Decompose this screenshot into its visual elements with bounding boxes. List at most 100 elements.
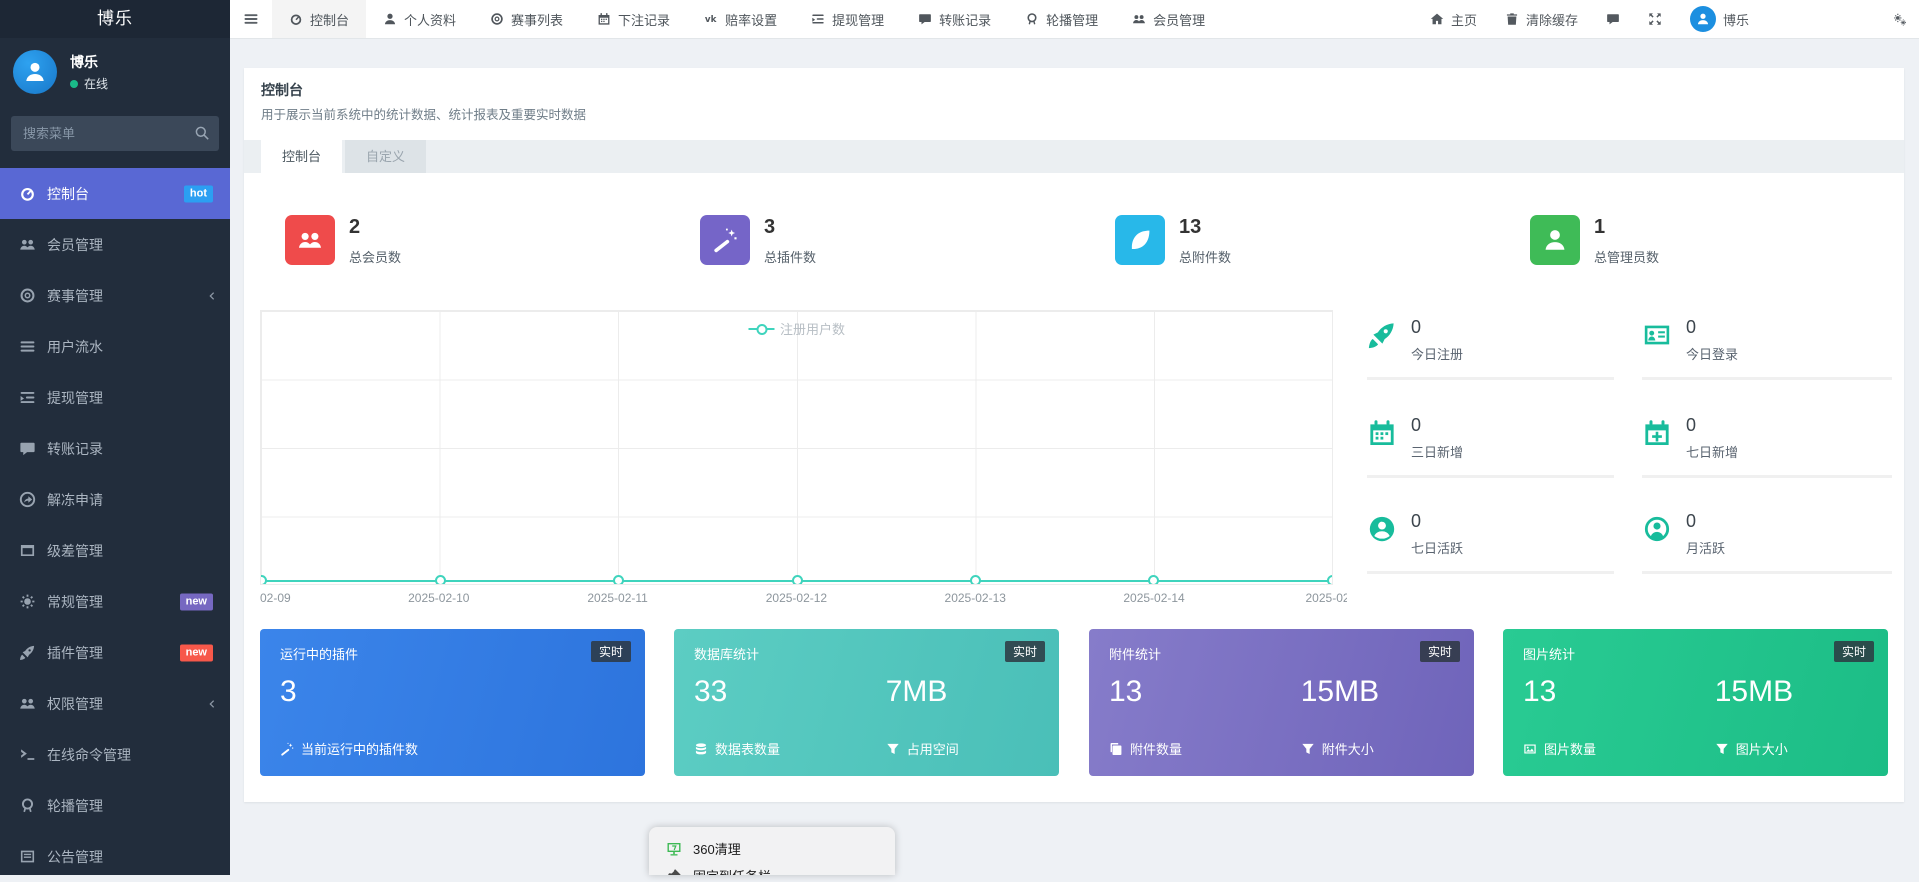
sidebar-item-dashboard[interactable]: 控制台 hot [0,168,230,219]
card-database-stats: 数据库统计 实时 33 7MB 数据表数量 占用空间 [674,629,1059,776]
sidebar-item-unfreeze[interactable]: 解冻申请 [0,474,230,525]
context-item-pin-taskbar[interactable]: 固定到任务栏 [649,862,895,875]
settings-button[interactable] [1881,0,1919,38]
card-value-label: 数据表数量 [715,742,781,757]
card-value: 3 [280,675,297,708]
sidebar-item-level[interactable]: 级差管理 [0,525,230,576]
sidebar-search [11,116,219,151]
new-badge: new [179,644,213,661]
sidebar-item-auth[interactable]: 权限管理 [0,678,230,729]
notice-icon [19,848,36,865]
sidebar-item-general[interactable]: 常规管理 new [0,576,230,627]
x-tick-label: 2025-02-13 [944,591,1006,605]
chart-legend[interactable]: 注册用户数 [747,319,845,338]
sidebar-item-addons[interactable]: 插件管理 new [0,627,230,678]
tab-custom[interactable]: 自定义 [345,140,427,173]
sidebar-toggle-button[interactable] [230,0,272,38]
sidebar-item-carousel[interactable]: 轮播管理 [0,780,230,831]
context-item-360clean[interactable]: 360清理 [649,835,895,862]
monitor-360-icon [666,841,682,857]
user-menu[interactable]: 博乐 [1676,0,1763,38]
sidebar-item-label: 插件管理 [47,644,103,661]
quick-stat-label: 七日新增 [1686,445,1739,460]
chart-point [1327,575,1332,584]
nav-tab-label: 提现管理 [832,12,885,28]
quick-stat-label: 今日注册 [1411,347,1464,362]
message-button[interactable] [1592,0,1634,38]
match-icon [19,287,36,304]
fullscreen-button[interactable] [1634,0,1676,38]
tab-dashboard[interactable]: 控制台 [261,140,343,173]
realtime-badge: 实时 [1833,641,1874,662]
auth-icon [19,695,36,712]
brand-title[interactable]: 博乐 [0,0,230,38]
carousel-icon [19,797,36,814]
quick-stat-value: 0 [1686,317,1697,337]
nav-tab-match-list[interactable]: 赛事列表 [473,0,580,38]
sidebar-item-transfer[interactable]: 转账记录 [0,423,230,474]
clear-cache-button[interactable]: 清除缓存 [1491,0,1592,38]
sidebar-menu: 控制台 hot 会员管理 赛事管理 用户流水 提现管理 转账记录 解冻申请 级差… [0,168,230,882]
hot-badge: hot [183,185,213,202]
admin-icon [1530,215,1580,265]
nav-tab-members[interactable]: 会员管理 [1115,0,1222,38]
chart-point [434,575,446,584]
chevron-left-icon [206,290,217,301]
sidebar-item-members[interactable]: 会员管理 [0,219,230,270]
nav-tab-label: 会员管理 [1153,12,1206,28]
sidebar-item-withdraw[interactable]: 提现管理 [0,372,230,423]
members-icon [285,215,335,265]
addon-icon [19,644,36,661]
user-icon [23,60,47,84]
sidebar-item-notice[interactable]: 公告管理 [0,831,230,882]
user-status-label: 在线 [84,77,109,91]
nav-tab-transfer[interactable]: 转账记录 [901,0,1008,38]
sidebar-item-user-flow[interactable]: 用户流水 [0,321,230,372]
home-button[interactable]: 主页 [1416,0,1491,38]
calendar-plus-icon [1642,418,1672,448]
nav-tab-dashboard[interactable]: 控制台 [272,0,367,38]
card-title: 图片统计 [1523,647,1576,662]
chart-x-axis: 02-09 2025-02-10 2025-02-11 2025-02-12 2… [260,591,1347,607]
pin-icon [666,868,682,876]
panel-tabs: 控制台 自定义 [244,140,1904,173]
nav-tab-label: 控制台 [310,12,350,28]
nav-tab-carousel[interactable]: 轮播管理 [1008,0,1115,38]
context-item-label: 固定到任务栏 [693,866,771,875]
chevron-left-icon [206,698,217,709]
sidebar-item-label: 提现管理 [47,389,103,406]
filter-icon [886,742,900,756]
realtime-badge: 实时 [1419,641,1460,662]
user-ring-icon [1642,514,1672,544]
stat-label: 总插件数 [764,250,817,265]
chart-point [970,575,981,584]
level-icon [19,542,36,559]
stat-label: 总管理员数 [1594,250,1660,265]
quick-stat-underline [1367,377,1614,380]
nav-tab-bet-records[interactable]: 下注记录 [580,0,687,38]
online-dot-icon [70,79,78,88]
quick-stat-3day-new: 0 三日新增 [1367,415,1614,478]
user-icon [1696,12,1710,26]
stat-total-admins: 1 总管理员数 [1530,215,1890,266]
nav-tab-withdraw[interactable]: 提现管理 [794,0,901,38]
sidebar-item-label: 在线命令管理 [47,746,131,763]
nav-tab-profile[interactable]: 个人资料 [366,0,473,38]
card-value-label: 附件数量 [1130,742,1183,757]
page-title: 控制台 [261,82,303,98]
carousel-icon [1025,12,1039,26]
card-title: 附件统计 [1109,647,1162,662]
sidebar-item-matches[interactable]: 赛事管理 [0,270,230,321]
menu-search-input[interactable] [11,116,219,151]
sidebar-item-label: 控制台 [47,185,89,202]
sidebar-item-command[interactable]: 在线命令管理 [0,729,230,780]
card-attachment-stats: 附件统计 实时 13 15MB 附件数量 附件大小 [1089,629,1474,776]
nav-tab-odds[interactable]: 赔率设置 [687,0,794,38]
nav-tab-label: 下注记录 [618,12,671,28]
quick-stat-7day-new: 0 七日新增 [1642,415,1892,478]
sidebar-item-label: 会员管理 [47,236,103,253]
nav-tab-label: 转账记录 [939,12,992,28]
card-title: 运行中的插件 [280,647,359,662]
profile-icon [383,12,397,26]
quick-stat-today-login: 0 今日登录 [1642,317,1892,380]
